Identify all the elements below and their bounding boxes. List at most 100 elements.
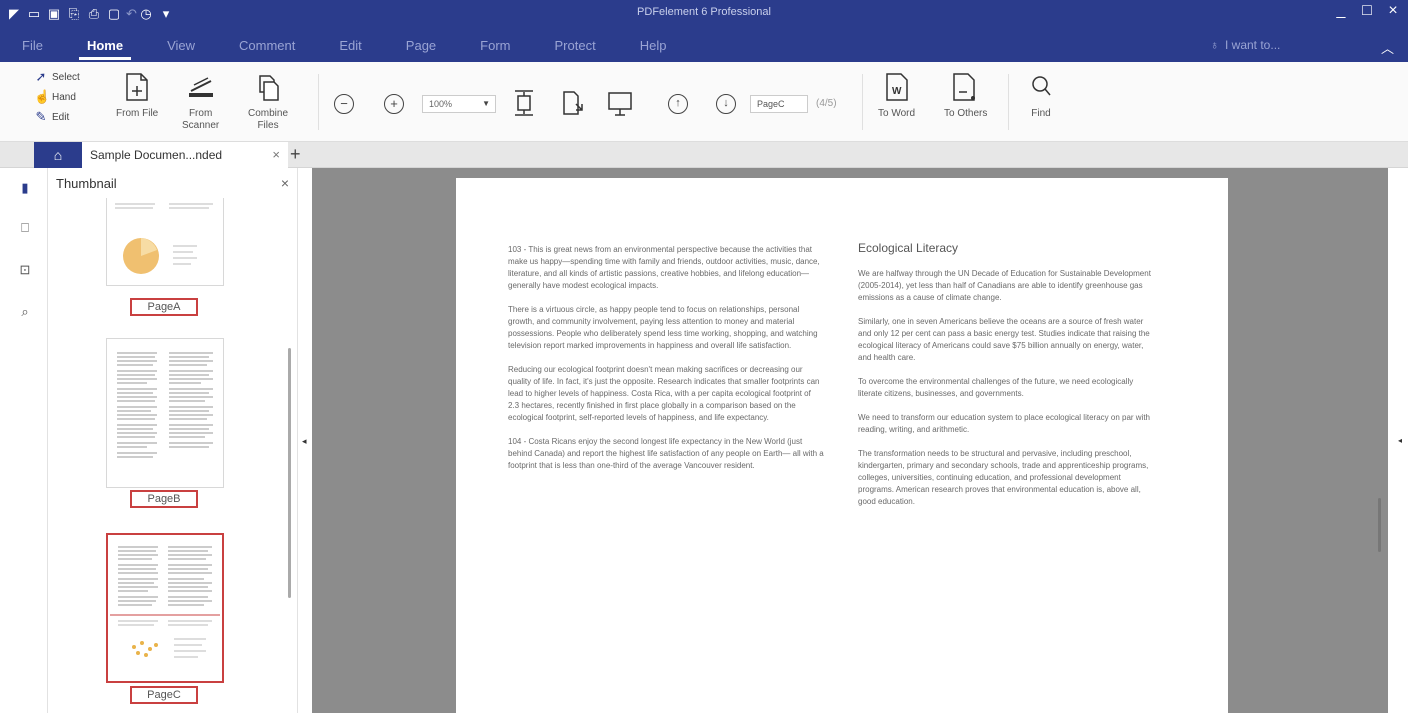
paragraph: We are halfway through the UN Decade of … [858, 269, 1151, 302]
fit-page-icon[interactable] [512, 88, 536, 123]
combine-icon [251, 70, 285, 104]
menu-file[interactable]: File [0, 30, 65, 62]
hand-icon: ☝ [34, 89, 51, 104]
paragraph: The transformation needs to be structura… [858, 449, 1149, 506]
maximize-icon[interactable]: □ [1358, 2, 1376, 20]
ribbon-divider [318, 74, 319, 130]
paragraph: 104 - Costa Ricans enjoy the second long… [508, 437, 824, 470]
combine-files-button[interactable]: Combine Files [248, 70, 288, 132]
app-title: PDFelement 6 Professional [637, 6, 771, 18]
comment-icon[interactable]: ⊡ [17, 262, 33, 278]
add-tab-icon[interactable]: + [290, 144, 301, 165]
from-scanner-label-1: From [188, 108, 213, 119]
menu-help[interactable]: Help [618, 30, 689, 62]
select-label: Select [52, 71, 80, 83]
search-icon[interactable]: ⌕ [17, 304, 33, 320]
menu-comment[interactable]: Comment [217, 30, 317, 62]
page-number-field[interactable]: PageC [750, 95, 808, 113]
ribbon-divider [862, 74, 863, 130]
section-heading: Ecological Literacy [858, 241, 959, 255]
find-icon [1024, 70, 1058, 104]
paragraph: 103 - This is great news from an environ… [508, 245, 820, 290]
menu-protect[interactable]: Protect [533, 30, 618, 62]
expand-right-panel-icon[interactable]: ◂ [1398, 436, 1402, 445]
previous-page-icon[interactable]: ↑ [668, 94, 688, 114]
close-icon[interactable]: × [1384, 2, 1402, 20]
hand-tool[interactable]: ☝ Hand [34, 88, 80, 106]
from-file-button[interactable]: From File [116, 70, 158, 120]
thumbnail-page-c[interactable] [106, 533, 224, 683]
edit-tool[interactable]: ✎ Edit [34, 108, 80, 126]
zoom-in-icon[interactable]: + [384, 94, 404, 114]
home-tab[interactable]: ⌂ [34, 142, 82, 168]
scanner-icon [184, 70, 218, 104]
left-rail: ▮ ⎕ ⊡ ⌕ [0, 168, 48, 713]
title-bar: ◤ ▭ ▣ ⎘ ⎙ ▢ ↶ ◷ ▾ PDFelement 6 Professio… [0, 0, 1408, 62]
bookmark-icon[interactable]: ⎕ [17, 220, 33, 236]
find-label: Find [1031, 108, 1051, 119]
to-others-icon [949, 70, 983, 104]
next-page-icon[interactable]: ↓ [716, 94, 736, 114]
paragraph: Similarly, one in seven Americans believ… [858, 317, 1150, 362]
collapse-ribbon-icon[interactable]: ︿ [1381, 38, 1394, 57]
paragraph: We need to transform our education syste… [858, 413, 1150, 434]
svg-text:W: W [892, 86, 902, 97]
pdfelement-window: ◤ ▭ ▣ ⎘ ⎙ ▢ ↶ ◷ ▾ PDFelement 6 Professio… [0, 0, 1408, 713]
from-file-icon [120, 70, 154, 104]
from-scanner-button[interactable]: From Scanner [182, 70, 219, 132]
menu-home[interactable]: Home [65, 30, 145, 62]
zoom-value: 100% [429, 99, 453, 109]
edit-label: Edit [52, 111, 70, 123]
menu-page[interactable]: Page [384, 30, 458, 62]
zoom-select[interactable]: 100% ▼ [422, 95, 496, 113]
page-a-preview [115, 203, 213, 274]
close-thumbnail-icon[interactable]: × [281, 175, 289, 191]
to-others-button[interactable]: To Others [944, 70, 987, 120]
page-c-preview [110, 546, 220, 658]
lightbulb-icon: ♁ [1210, 38, 1219, 52]
menu-edit[interactable]: Edit [317, 30, 383, 62]
paragraph: To overcome the environmental challenges… [858, 377, 1134, 398]
combine-label-2: Files [257, 120, 279, 131]
minimize-icon[interactable]: _ [1332, 2, 1350, 20]
close-tab-icon[interactable]: × [272, 147, 280, 162]
thumbnail-panel-icon[interactable]: ▮ [17, 180, 33, 196]
thumbnail-page-b[interactable] [106, 338, 224, 488]
thumbnail-label: PageA [130, 298, 198, 316]
ribbon-divider [1008, 74, 1009, 130]
mode-tools: ➚ Select ☝ Hand ✎ Edit [34, 68, 80, 126]
page-b-preview [117, 352, 213, 458]
menu-view[interactable]: View [145, 30, 217, 62]
from-file-label: From File [116, 108, 159, 119]
thumbnail-scrollbar[interactable] [288, 348, 291, 598]
menu-form[interactable]: Form [458, 30, 532, 62]
thumbnail-page-a[interactable] [106, 198, 224, 286]
collapse-panel-icon[interactable]: ◂ [302, 436, 307, 447]
zoom-out-icon[interactable]: − [334, 94, 354, 114]
page-scrollbar-thumb[interactable] [1378, 498, 1381, 552]
i-want-to-label: I want to... [1225, 38, 1281, 52]
document-tab[interactable]: Sample Documen...nded × [82, 142, 288, 168]
ribbon: ➚ Select ☝ Hand ✎ Edit From File From Scann… [0, 62, 1408, 142]
fit-width-icon[interactable] [560, 88, 584, 123]
thumbnail-title: Thumbnail [56, 176, 117, 191]
page-number-value: PageC [757, 99, 785, 109]
menu-bar: File Home View Comment Edit Page Form Pr… [0, 30, 688, 62]
thumbnail-panel: Thumbnail × PageA PageB PageC [48, 168, 298, 713]
to-word-button[interactable]: W To Word [878, 70, 915, 120]
to-others-label: To Others [944, 108, 988, 119]
slideshow-icon[interactable] [606, 88, 634, 123]
pdf-page[interactable]: 103 - This is great news from an environ… [456, 178, 1228, 713]
i-want-to-search[interactable]: ♁ I want to... [1210, 38, 1280, 52]
hand-label: Hand [52, 91, 76, 103]
combine-label-1: Combine [248, 108, 289, 119]
home-icon: ⌂ [53, 147, 63, 163]
page-count: (4/5) [816, 98, 837, 109]
document-tab-bar: ⌂ Sample Documen...nded × + [0, 142, 1408, 168]
paragraph: Reducing our ecological footprint doesn'… [508, 365, 820, 422]
chevron-down-icon: ▼ [482, 99, 490, 108]
edit-icon: ✎ [35, 109, 47, 124]
find-button[interactable]: Find [1024, 70, 1058, 120]
from-scanner-label-2: Scanner [182, 120, 220, 131]
select-tool[interactable]: ➚ Select [34, 68, 80, 86]
